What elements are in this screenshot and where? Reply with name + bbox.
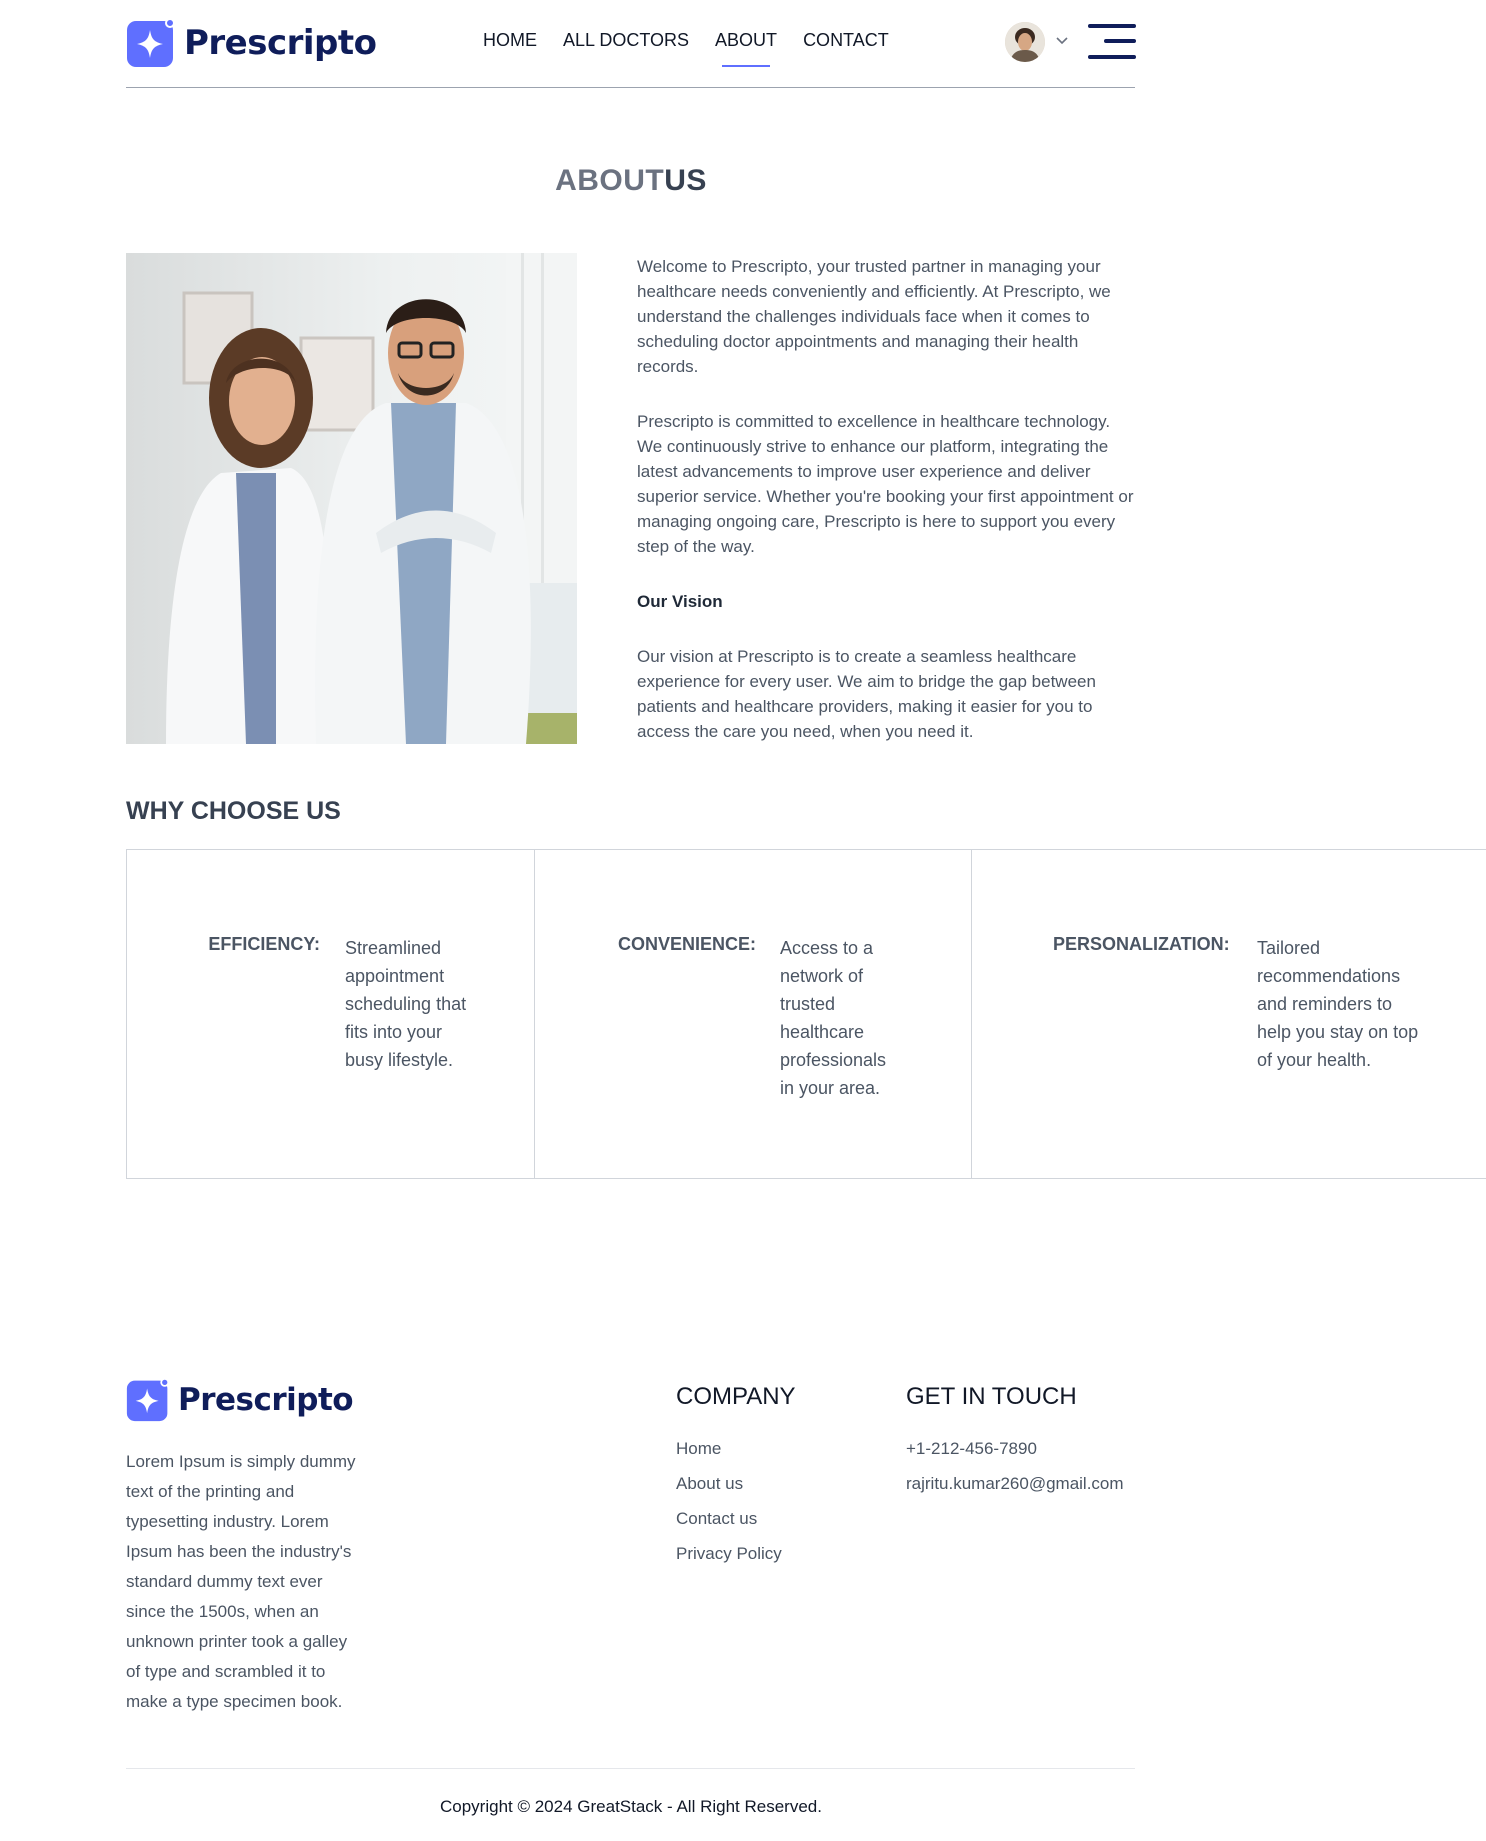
company-heading: COMPANY [676,1383,796,1410]
footer-link-about[interactable]: About us [676,1474,782,1509]
brand-logo[interactable]: Prescripto [126,18,377,68]
footer-link-privacy[interactable]: Privacy Policy [676,1544,782,1579]
nav-home[interactable]: HOME [483,30,537,51]
company-links: Home About us Contact us Privacy Policy [676,1439,782,1579]
user-avatar[interactable] [1005,22,1045,62]
nav-contact[interactable]: CONTACT [803,30,889,51]
vision-heading: Our Vision [637,592,723,611]
card-text: Tailored recommendations and reminders t… [1257,938,1419,1070]
nav-all-doctors[interactable]: ALL DOCTORS [563,30,689,51]
footer-description: Lorem Ipsum is simply dummy text of the … [126,1452,356,1711]
copyright-text: Copyright © 2024 GreatStack - All Right … [440,1797,822,1816]
card-personalization[interactable]: PERSONALIZATION: Tailored recommendation… [972,850,1486,1178]
why-choose-us-cards: EFFICIENCY: Streamlined appointment sche… [126,849,1486,1179]
about-title: ABOUTUS [555,164,707,197]
card-text: Access to a network of trusted healthcar… [780,938,887,1098]
contact-info: +1-212-456-7890 rajritu.kumar260@gmail.c… [906,1439,1124,1509]
card-label: PERSONALIZATION: [1053,934,1230,954]
card-label: CONVENIENCE: [617,934,756,954]
prescripto-logo-icon [126,18,176,68]
footer-link-home[interactable]: Home [676,1439,782,1474]
footer-divider [126,1768,1135,1769]
footer-brand-name: Prescripto [178,1382,354,1418]
card-convenience[interactable]: CONVENIENCE: Access to a network of trus… [535,850,972,1178]
contact-phone[interactable]: +1-212-456-7890 [906,1439,1124,1474]
contact-email[interactable]: rajritu.kumar260@gmail.com [906,1474,1124,1509]
prescripto-logo-icon [126,1378,170,1422]
chevron-down-icon[interactable] [1055,33,1069,51]
nav-about[interactable]: ABOUT [715,30,777,67]
brand-name: Prescripto [184,23,377,63]
navbar: Prescripto HOME ALL DOCTORS ABOUT CONTAC… [126,0,1136,88]
card-label: EFFICIENCY: [208,934,320,954]
profile-menu[interactable] [1005,22,1069,62]
about-description: Welcome to Prescripto, your trusted part… [637,254,1137,774]
contact-heading: GET IN TOUCH [906,1383,1077,1410]
vision-text: Our vision at Prescripto is to create a … [637,647,1096,741]
footer-brand-logo[interactable]: Prescripto [126,1378,354,1422]
hamburger-menu-icon[interactable] [1088,24,1136,60]
why-choose-us-title: WHY CHOOSE US [126,797,341,825]
about-paragraph-2: Prescripto is committed to excellence in… [637,412,1134,556]
card-efficiency[interactable]: EFFICIENCY: Streamlined appointment sche… [127,850,535,1178]
main-nav: HOME ALL DOCTORS ABOUT CONTACT [483,30,889,67]
doctors-photo [126,253,577,744]
footer-link-contact[interactable]: Contact us [676,1509,782,1544]
about-paragraph-1: Welcome to Prescripto, your trusted part… [637,257,1111,376]
card-text: Streamlined appointment scheduling that … [345,938,467,1070]
